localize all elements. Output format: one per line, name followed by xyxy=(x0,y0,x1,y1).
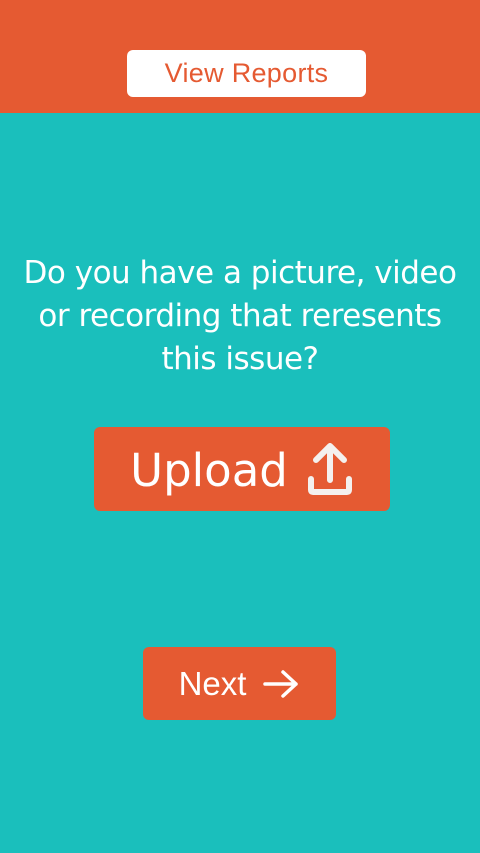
upload-button-label: Upload xyxy=(130,443,288,497)
next-button[interactable]: Next xyxy=(143,647,336,720)
question-text: Do you have a picture, video or recordin… xyxy=(0,252,480,381)
arrow-right-icon xyxy=(263,669,299,698)
question-line: or recording that reresents xyxy=(38,298,442,334)
upload-icon xyxy=(307,443,352,495)
question-line: Do you have a picture, video xyxy=(23,255,457,291)
question-line: this issue? xyxy=(161,341,319,377)
top-bar: View Reports xyxy=(0,0,480,113)
upload-button[interactable]: Upload xyxy=(94,427,390,511)
next-button-label: Next xyxy=(178,665,247,702)
view-reports-button[interactable]: View Reports xyxy=(127,50,366,97)
